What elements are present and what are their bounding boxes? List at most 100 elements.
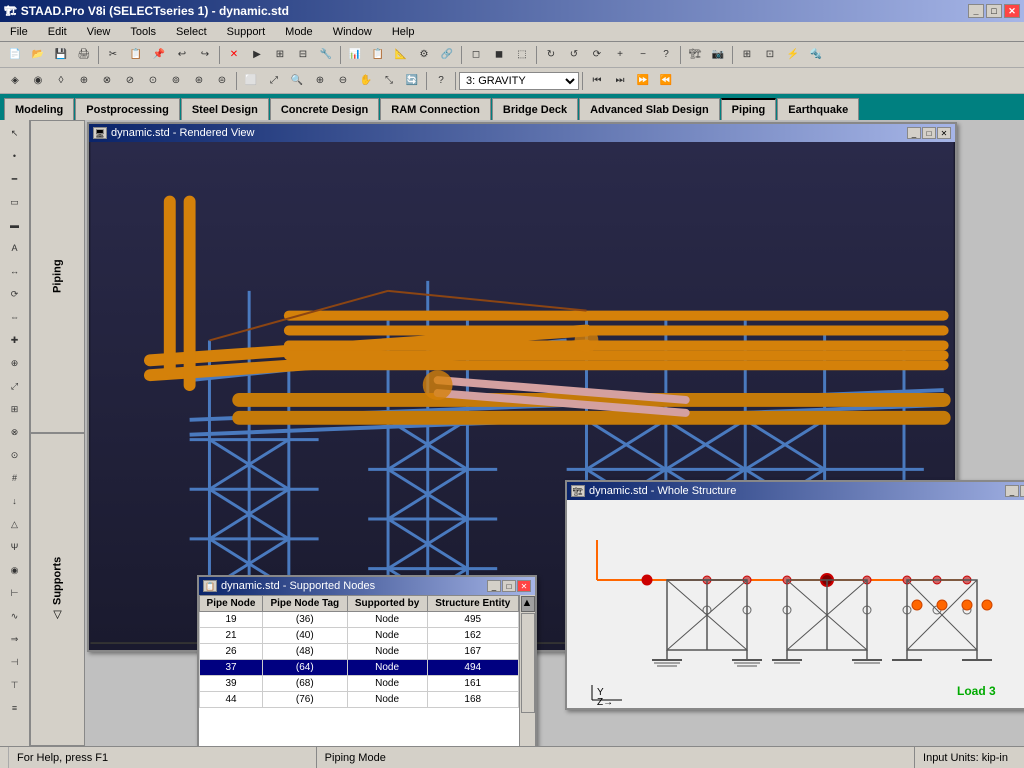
menu-support[interactable]: Support <box>221 24 272 40</box>
tab-concrete-design[interactable]: Concrete Design <box>270 98 379 120</box>
sn-minimize[interactable]: _ <box>487 580 501 592</box>
snap-btn-8[interactable]: ⊚ <box>165 70 187 92</box>
menu-mode[interactable]: Mode <box>279 24 319 40</box>
misc-tool[interactable]: ≡ <box>4 697 26 719</box>
tab-piping[interactable]: Piping <box>721 98 777 120</box>
rotate-y[interactable]: ↺ <box>563 44 585 66</box>
load-case-dropdown[interactable]: 3: GRAVITY <box>459 72 579 90</box>
sn-maximize[interactable]: □ <box>502 580 516 592</box>
new-button[interactable]: 📄 <box>4 44 26 66</box>
table-row[interactable]: 26 (48) Node 167 <box>200 644 535 660</box>
menu-file[interactable]: File <box>4 24 34 40</box>
tab-ram-connection[interactable]: RAM Connection <box>380 98 491 120</box>
rv-minimize[interactable]: _ <box>907 127 921 139</box>
ws-titlebar[interactable]: 🏗 dynamic.std - Whole Structure _ □ ✕ <box>567 482 1024 500</box>
menu-view[interactable]: View <box>81 24 117 40</box>
solid-tool[interactable]: ▬ <box>4 214 26 236</box>
intersect-tool[interactable]: ⊗ <box>4 421 26 443</box>
snap-btn-7[interactable]: ⊙ <box>142 70 164 92</box>
redo-button[interactable]: ↪ <box>194 44 216 66</box>
snap-btn-3[interactable]: ◊ <box>50 70 72 92</box>
close-button[interactable]: ✕ <box>1004 4 1020 18</box>
zoom-fit[interactable]: ⤢ <box>263 70 285 92</box>
output-button[interactable]: 📋 <box>367 44 389 66</box>
menu-edit[interactable]: Edit <box>42 24 73 40</box>
camera-btn[interactable]: 📷 <box>707 44 729 66</box>
snap-btn-10[interactable]: ⊜ <box>211 70 233 92</box>
fit-btn[interactable]: ⤡ <box>378 70 400 92</box>
mesh-button[interactable]: ⊟ <box>292 44 314 66</box>
menu-tools[interactable]: Tools <box>124 24 162 40</box>
link-button[interactable]: 🔗 <box>436 44 458 66</box>
select-tool[interactable]: ↖ <box>4 122 26 144</box>
ws-content[interactable]: Y Z→ Load 3 <box>567 500 1024 708</box>
menu-select[interactable]: Select <box>170 24 213 40</box>
view-btn-1[interactable]: ◻ <box>465 44 487 66</box>
print-button[interactable]: 🖨 <box>73 44 95 66</box>
rv-close[interactable]: ✕ <box>937 127 951 139</box>
tab-postprocessing[interactable]: Postprocessing <box>75 98 180 120</box>
label-tool[interactable]: A <box>4 237 26 259</box>
rotate-z[interactable]: ⟳ <box>586 44 608 66</box>
wrench-button[interactable]: 🔧 <box>315 44 337 66</box>
anim-btn-1[interactable]: ⏮ <box>586 70 608 92</box>
snap-btn-1[interactable]: ◈ <box>4 70 26 92</box>
beam-tool[interactable]: ━ <box>4 168 26 190</box>
extra-btn-2[interactable]: ⊡ <box>759 44 781 66</box>
snap-btn-5[interactable]: ⊗ <box>96 70 118 92</box>
tab-steel-design[interactable]: Steel Design <box>181 98 269 120</box>
tab-earthquake[interactable]: Earthquake <box>777 98 859 120</box>
view3d-btn[interactable]: 🏗 <box>684 44 706 66</box>
zoom-out2[interactable]: ⊖ <box>332 70 354 92</box>
extra-btn-1[interactable]: ⊞ <box>736 44 758 66</box>
undo-button[interactable]: ↩ <box>171 44 193 66</box>
maximize-button[interactable]: □ <box>986 4 1002 18</box>
minimize-button[interactable]: _ <box>968 4 984 18</box>
sn-titlebar[interactable]: 📋 dynamic.std - Supported Nodes _ □ ✕ <box>199 577 535 595</box>
table-row[interactable]: 19 (36) Node 495 <box>200 612 535 628</box>
dxf-button[interactable]: 📐 <box>390 44 412 66</box>
plate-tool[interactable]: ▭ <box>4 191 26 213</box>
menu-window[interactable]: Window <box>327 24 378 40</box>
rotate-x[interactable]: ↻ <box>540 44 562 66</box>
tab-bridge-deck[interactable]: Bridge Deck <box>492 98 578 120</box>
prop-button[interactable]: ⚙ <box>413 44 435 66</box>
zoom-win[interactable]: 🔍 <box>286 70 308 92</box>
help-button[interactable]: ? <box>655 44 677 66</box>
node-tool[interactable]: • <box>4 145 26 167</box>
view-btn-3[interactable]: ⬚ <box>511 44 533 66</box>
snap-btn-6[interactable]: ⊘ <box>119 70 141 92</box>
load-tool[interactable]: ↓ <box>4 490 26 512</box>
pan-btn[interactable]: ✋ <box>355 70 377 92</box>
sn-close[interactable]: ✕ <box>517 580 531 592</box>
snap-btn-9[interactable]: ⊛ <box>188 70 210 92</box>
snap-btn-2[interactable]: ◉ <box>27 70 49 92</box>
anim-btn-3[interactable]: ⏩ <box>632 70 654 92</box>
rendered-view-titlebar[interactable]: 🖥 dynamic.std - Rendered View _ □ ✕ <box>89 124 955 142</box>
copy-button[interactable]: 📋 <box>125 44 147 66</box>
move-tool[interactable]: ✚ <box>4 329 26 351</box>
supports-panel[interactable]: △ Supports <box>30 433 85 746</box>
piping-panel[interactable]: Piping <box>30 120 85 433</box>
anim-btn-4[interactable]: ⏪ <box>655 70 677 92</box>
spring-tool[interactable]: ∿ <box>4 605 26 627</box>
mirror-tool[interactable]: ⇔ <box>4 306 26 328</box>
table-row[interactable]: 37 (64) Node 494 <box>200 660 535 676</box>
extrude-tool[interactable]: ⊞ <box>4 398 26 420</box>
table-row[interactable]: 21 (40) Node 162 <box>200 628 535 644</box>
copy-tool[interactable]: ⊕ <box>4 352 26 374</box>
extra-btn-4[interactable]: 🔩 <box>805 44 827 66</box>
paste-button[interactable]: 📌 <box>148 44 170 66</box>
rv-maximize[interactable]: □ <box>922 127 936 139</box>
anim-btn-2[interactable]: ⏭ <box>609 70 631 92</box>
rotate-tool[interactable]: ⟳ <box>4 283 26 305</box>
section-tool[interactable]: Ψ <box>4 536 26 558</box>
renumber-tool[interactable]: # <box>4 467 26 489</box>
menu-help[interactable]: Help <box>386 24 421 40</box>
constraint-tool[interactable]: ⊢ <box>4 582 26 604</box>
view-btn-2[interactable]: ◼ <box>488 44 510 66</box>
dim-tool[interactable]: ↔ <box>4 260 26 282</box>
zoom-in[interactable]: + <box>609 44 631 66</box>
offset-tool[interactable]: ⊤ <box>4 674 26 696</box>
snap-btn-4[interactable]: ⊕ <box>73 70 95 92</box>
